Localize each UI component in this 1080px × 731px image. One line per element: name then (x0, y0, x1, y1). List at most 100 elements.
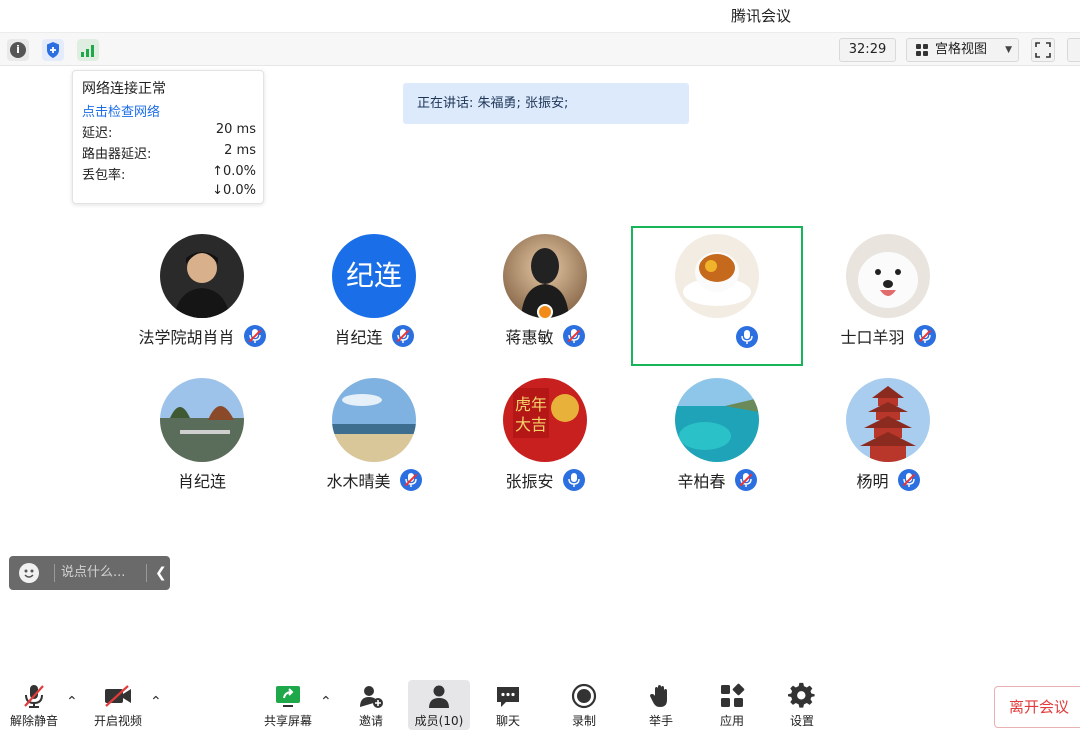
mic-muted-icon (391, 325, 414, 347)
chat-quick-input[interactable]: 说点什么... ❮ (9, 556, 170, 590)
chat-label: 聊天 (495, 714, 520, 728)
share-screen-icon (276, 686, 300, 707)
chevron-up-icon[interactable]: ⌃ (66, 694, 78, 710)
participant-nameline: 法学院胡肖肖 (116, 324, 288, 350)
camera-off-icon (105, 685, 131, 707)
emoji-icon[interactable] (19, 563, 39, 583)
network-signal-button[interactable] (77, 39, 99, 61)
signal-icon (81, 45, 94, 57)
invite-button[interactable]: 邀请 (345, 680, 397, 730)
participant-nameline: 肖纪连 (288, 324, 460, 350)
top-toolbar: i 32:29 宫格视图 ▼ (0, 32, 1080, 66)
meeting-window: 腾讯会议 i 32:29 宫格视图 ▼ 网络连接正常 点击检查网络 延迟: 20… (0, 0, 1080, 731)
participant-tile[interactable]: 法学院胡肖肖 (116, 226, 288, 366)
hand-icon (650, 685, 667, 707)
participant-name: 辛柏春 (677, 472, 726, 491)
participant-name: 张振安 (505, 472, 554, 491)
avatar: 纪连 (332, 234, 416, 318)
record-label: 录制 (571, 714, 596, 728)
participant-nameline: 蒋惠敏 (459, 324, 631, 350)
divider (146, 564, 147, 582)
chat-placeholder[interactable]: 说点什么... (61, 556, 125, 590)
record-button[interactable]: 录制 (558, 680, 610, 730)
participant-nameline: 辛柏春 (631, 468, 803, 494)
settings-button[interactable]: 设置 (776, 680, 828, 730)
packet-loss-row: 丢包率: ↑0.0% (82, 164, 256, 183)
window-mode-button[interactable] (1067, 38, 1080, 62)
avatar (160, 234, 244, 318)
info-icon: i (10, 42, 26, 58)
check-network-link[interactable]: 点击检查网络 (82, 101, 160, 120)
mic-on-icon (562, 469, 585, 491)
members-label: 成员(10) (414, 714, 464, 728)
participant-name: 蒋惠敏 (505, 328, 554, 347)
start-video-label: 开启视频 (93, 714, 142, 728)
unmute-button[interactable]: 解除静音 (5, 680, 63, 730)
mic-muted-icon (897, 469, 920, 491)
view-mode-select[interactable]: 宫格视图 ▼ (906, 38, 1019, 62)
latency-value: 20 ms (215, 122, 256, 137)
network-status-popup: 网络连接正常 点击检查网络 延迟: 20 ms 路由器延迟: 2 ms 丢包率:… (72, 70, 264, 204)
chat-icon (497, 687, 519, 707)
avatar (846, 378, 930, 462)
participant-tile[interactable]: 纪连 肖纪连 (288, 226, 460, 366)
mic-muted-icon (24, 685, 44, 708)
window-title: 腾讯会议 (731, 7, 792, 25)
security-button[interactable] (42, 39, 64, 61)
meeting-info-button[interactable]: i (7, 39, 29, 61)
participant-name: 肖纪连 (334, 328, 383, 347)
svg-text:虎年: 虎年 (515, 395, 547, 414)
view-mode-label: 宫格视图 (935, 42, 988, 57)
raise-hand-button[interactable]: 举手 (635, 680, 687, 730)
gear-icon (788, 682, 815, 708)
chat-button[interactable]: 聊天 (482, 680, 534, 730)
chevron-up-icon[interactable]: ⌃ (320, 694, 332, 710)
host-badge-icon (537, 304, 553, 320)
mic-muted-icon (562, 325, 585, 347)
participant-tile[interactable]: 水木晴美 (288, 370, 460, 510)
avatar (846, 234, 930, 318)
chevron-left-icon[interactable]: ❮ (155, 556, 167, 590)
participant-name: 士口羊羽 (840, 328, 905, 347)
bottom-toolbar: 解除静音 ⌃ 开启视频 ⌃ 共享屏幕 ⌃ 邀请 成员(10) 聊天 录制 举手 … (0, 676, 1080, 731)
shield-icon (47, 42, 59, 58)
participant-tile[interactable]: 虎年 大吉 张振安 (459, 370, 631, 510)
mic-muted-icon (734, 469, 757, 491)
participant-tile[interactable]: 杨明 (802, 370, 974, 510)
participant-name: 杨明 (856, 472, 889, 491)
participant-tile[interactable]: 辛柏春 (631, 370, 803, 510)
apps-button[interactable]: 应用 (706, 680, 758, 730)
chevron-up-icon[interactable]: ⌃ (150, 694, 162, 710)
share-screen-label: 共享屏幕 (263, 714, 312, 728)
share-screen-button[interactable]: 共享屏幕 (260, 680, 316, 730)
avatar (675, 234, 759, 318)
avatar: 虎年 大吉 (503, 378, 587, 462)
settings-label: 设置 (789, 714, 814, 728)
avatar-initials: 纪连 (345, 259, 402, 292)
fullscreen-icon (1035, 42, 1051, 58)
participant-tile[interactable]: 蒋惠敏 (459, 226, 631, 366)
participant-nameline: 肖纪连 (116, 468, 288, 494)
chevron-down-icon: ▼ (1005, 45, 1012, 55)
participant-tile-active[interactable] (631, 226, 803, 366)
avatar (160, 378, 244, 462)
mic-muted-icon (243, 325, 266, 347)
participant-tile[interactable]: 肖纪连 (116, 370, 288, 510)
participant-tile[interactable]: 士口羊羽 (802, 226, 974, 366)
mic-muted-icon (913, 325, 936, 347)
meeting-timer: 32:29 (839, 38, 896, 62)
apps-icon (721, 683, 745, 707)
members-button[interactable]: 成员(10) (408, 680, 470, 730)
participant-nameline: 杨明 (802, 468, 974, 494)
participant-nameline (633, 326, 805, 352)
avatar (332, 378, 416, 462)
avatar (675, 378, 759, 462)
packet-loss-up: ↑0.0% (212, 164, 256, 179)
fullscreen-button[interactable] (1031, 38, 1055, 62)
router-latency-label: 路由器延迟: (82, 147, 152, 162)
start-video-button[interactable]: 开启视频 (90, 680, 146, 730)
raise-hand-label: 举手 (648, 714, 673, 728)
leave-meeting-button[interactable]: 离开会议 (994, 686, 1080, 728)
apps-label: 应用 (719, 714, 744, 728)
participant-name: 法学院胡肖肖 (138, 328, 235, 347)
